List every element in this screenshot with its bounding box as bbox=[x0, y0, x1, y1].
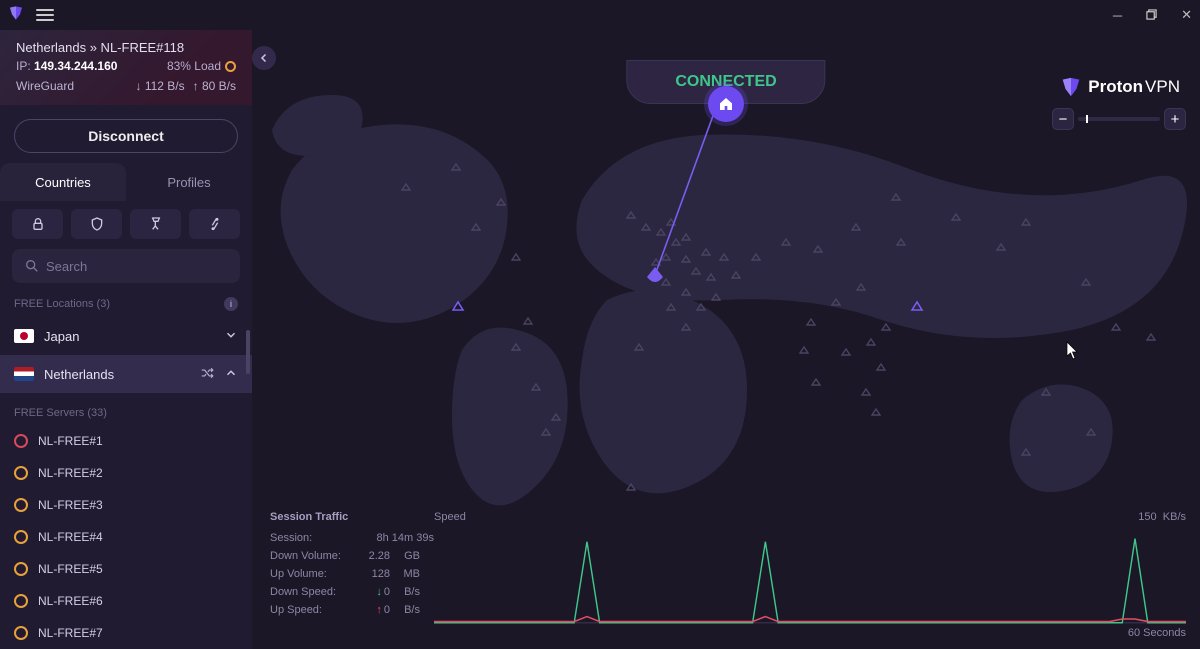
load-value: 83% Load bbox=[167, 59, 221, 73]
zoom-out-button[interactable]: − bbox=[1052, 108, 1074, 130]
server-item[interactable]: NL-FREE#6 bbox=[0, 585, 252, 617]
traffic-panel: Session Traffic Session:8h 14m 39s Down … bbox=[270, 511, 1186, 639]
free-locations-label: FREE Locations (3) bbox=[14, 298, 110, 310]
load-ring-icon bbox=[225, 61, 236, 72]
sidebar-tabs: Countries Profiles bbox=[0, 163, 252, 201]
shuffle-icon[interactable] bbox=[200, 366, 214, 383]
map-area[interactable]: CONNECTED ProtonVPN − + Session Traffic … bbox=[252, 30, 1200, 649]
ip-value: 149.34.244.160 bbox=[34, 59, 117, 73]
titlebar: ─ ✕ bbox=[0, 0, 1200, 30]
zoom-in-button[interactable]: + bbox=[1164, 108, 1186, 130]
speed-unit: KB/s bbox=[1163, 511, 1186, 523]
server-label: NL-FREE#2 bbox=[38, 466, 103, 480]
connection-title: Netherlands » NL-FREE#118 bbox=[16, 40, 236, 55]
down-rate: 112 B/s bbox=[145, 79, 185, 93]
stat-row: Up Speed:↑0B/s bbox=[270, 601, 434, 619]
server-load-icon bbox=[14, 626, 28, 640]
flag-icon bbox=[14, 367, 34, 381]
server-item[interactable]: NL-FREE#4 bbox=[0, 521, 252, 553]
speed-label: Speed bbox=[434, 511, 466, 523]
server-label: NL-FREE#1 bbox=[38, 434, 103, 448]
ip-label: IP: bbox=[16, 59, 34, 73]
server-load-icon bbox=[14, 562, 28, 576]
server-item[interactable]: NL-FREE#3 bbox=[0, 489, 252, 521]
filter-p2p-button[interactable] bbox=[130, 209, 181, 239]
country-item-japan[interactable]: Japan bbox=[0, 317, 252, 355]
session-label: Session: bbox=[270, 532, 350, 544]
flag-icon bbox=[14, 329, 34, 343]
filter-tor-button[interactable] bbox=[189, 209, 240, 239]
server-item[interactable]: NL-FREE#7 bbox=[0, 617, 252, 649]
speed-chart bbox=[434, 527, 1186, 625]
filter-securecore-button[interactable] bbox=[12, 209, 63, 239]
chevron-down-icon[interactable] bbox=[224, 328, 238, 345]
session-value: 8h 14m 39s bbox=[350, 532, 434, 544]
server-item[interactable]: NL-FREE#1 bbox=[0, 425, 252, 457]
sidebar: Netherlands » NL-FREE#118 IP: 149.34.244… bbox=[0, 30, 252, 649]
country-label: Netherlands bbox=[44, 367, 114, 382]
brand-logo: ProtonVPN bbox=[1060, 76, 1180, 98]
close-button[interactable]: ✕ bbox=[1181, 7, 1192, 23]
chevron-up-icon[interactable] bbox=[224, 366, 238, 383]
country-label: Japan bbox=[44, 329, 79, 344]
server-label: NL-FREE#4 bbox=[38, 530, 103, 544]
minimize-button[interactable]: ─ bbox=[1113, 8, 1122, 23]
app-logo-icon bbox=[8, 5, 24, 26]
server-label: NL-FREE#7 bbox=[38, 626, 103, 640]
menu-icon[interactable] bbox=[36, 9, 54, 21]
connection-card: Netherlands » NL-FREE#118 IP: 149.34.244… bbox=[0, 30, 252, 105]
server-label: NL-FREE#5 bbox=[38, 562, 103, 576]
server-item[interactable]: NL-FREE#5 bbox=[0, 553, 252, 585]
tab-profiles[interactable]: Profiles bbox=[126, 163, 252, 201]
server-label: NL-FREE#3 bbox=[38, 498, 103, 512]
server-load-icon bbox=[14, 498, 28, 512]
free-servers-label: FREE Servers (33) bbox=[14, 407, 107, 419]
search-input[interactable] bbox=[12, 249, 240, 283]
tab-countries[interactable]: Countries bbox=[0, 163, 126, 201]
stat-row: Up Volume:128MB bbox=[270, 565, 434, 583]
maximize-button[interactable] bbox=[1146, 8, 1157, 23]
search-icon bbox=[24, 258, 40, 279]
server-load-icon bbox=[14, 434, 28, 448]
disconnect-button[interactable]: Disconnect bbox=[14, 119, 238, 153]
protocol-value: WireGuard bbox=[16, 79, 74, 93]
zoom-control: − + bbox=[1052, 108, 1186, 130]
scrollbar[interactable] bbox=[246, 330, 250, 374]
filter-shield-button[interactable] bbox=[71, 209, 122, 239]
server-label: NL-FREE#6 bbox=[38, 594, 103, 608]
chart-xaxis: 60 Seconds bbox=[1128, 627, 1186, 639]
zoom-slider[interactable] bbox=[1078, 117, 1160, 121]
session-traffic-title: Session Traffic bbox=[270, 511, 434, 523]
country-item-netherlands[interactable]: Netherlands bbox=[0, 355, 252, 393]
server-load-icon bbox=[14, 530, 28, 544]
server-item[interactable]: NL-FREE#2 bbox=[0, 457, 252, 489]
server-load-icon bbox=[14, 594, 28, 608]
info-icon[interactable]: i bbox=[224, 297, 238, 311]
home-node-icon[interactable] bbox=[708, 86, 744, 122]
up-rate: 80 B/s bbox=[202, 79, 236, 93]
stat-row: Down Volume:2.28GB bbox=[270, 547, 434, 565]
stat-row: Down Speed:↓0B/s bbox=[270, 583, 434, 601]
speed-max: 150 bbox=[1138, 511, 1156, 523]
server-load-icon bbox=[14, 466, 28, 480]
